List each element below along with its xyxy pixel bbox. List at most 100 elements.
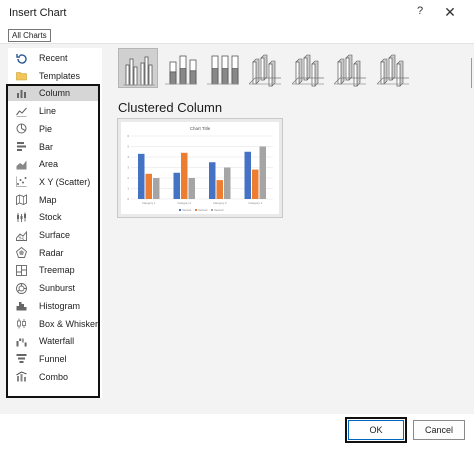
sidebar-item-label: Stock bbox=[39, 212, 62, 223]
sidebar-item-bar[interactable]: Bar bbox=[8, 139, 100, 155]
sidebar-item-label: X Y (Scatter) bbox=[39, 176, 91, 187]
stock-chart-icon bbox=[16, 212, 27, 223]
cancel-button[interactable]: Cancel bbox=[413, 420, 465, 440]
100-stacked-column-icon[interactable] bbox=[203, 48, 243, 88]
sidebar-item-box-whisker[interactable]: Box & Whisker bbox=[8, 316, 100, 332]
sidebar-item-waterfall[interactable]: Waterfall bbox=[8, 333, 100, 349]
preview-bar bbox=[188, 178, 195, 199]
title-bar bbox=[0, 0, 474, 28]
sidebar-item-label: Pie bbox=[39, 123, 53, 134]
preview-bar bbox=[138, 153, 145, 199]
sidebar-item-label: Area bbox=[39, 159, 59, 170]
sidebar-item-templates[interactable]: Templates bbox=[8, 68, 100, 84]
sidebar-item-funnel[interactable]: Funnel bbox=[8, 351, 100, 367]
sidebar-item-x-y-scatter[interactable]: X Y (Scatter) bbox=[8, 174, 100, 190]
preview-bar bbox=[153, 178, 160, 199]
sidebar-item-radar[interactable]: Radar bbox=[8, 245, 100, 261]
dialog-title: Insert Chart bbox=[9, 7, 67, 19]
3d-column-icon[interactable] bbox=[373, 48, 413, 88]
funnel-chart-icon bbox=[16, 353, 27, 364]
preview-x-tick: Category 3 bbox=[213, 201, 227, 205]
sunburst-chart-icon bbox=[16, 282, 27, 294]
preview-bar bbox=[216, 180, 223, 199]
sidebar-item-label: Funnel bbox=[39, 353, 67, 364]
stacked-column-icon[interactable] bbox=[161, 48, 201, 88]
line-chart-icon bbox=[16, 106, 27, 117]
sidebar-item-column[interactable]: Column bbox=[8, 85, 100, 102]
sidebar-item-label: Combo bbox=[39, 371, 69, 382]
sidebar-item-label: Column bbox=[39, 88, 71, 99]
preview-chart: Chart Title 0 1 2 3 4 5 6 Category 1 Category 2 Ca… bbox=[127, 126, 273, 212]
sidebar-item-combo[interactable]: Combo bbox=[8, 369, 100, 385]
preview-bar bbox=[224, 167, 231, 199]
box-whisker-chart-icon bbox=[16, 318, 27, 329]
sidebar-item-sunburst[interactable]: Sunburst bbox=[8, 280, 100, 296]
waterfall-chart-icon bbox=[16, 336, 27, 347]
sidebar-item-label: Radar bbox=[39, 247, 64, 258]
preview-x-tick: Category 4 bbox=[248, 201, 262, 205]
treemap-chart-icon bbox=[16, 264, 27, 276]
sidebar-item-label: Waterfall bbox=[39, 336, 75, 347]
sidebar-item-recent[interactable]: Recent bbox=[8, 50, 100, 66]
sidebar-item-area[interactable]: Area bbox=[8, 156, 100, 172]
3d-clustered-column-icon[interactable] bbox=[245, 48, 285, 88]
scroll-right-icon[interactable] bbox=[465, 58, 473, 88]
combo-chart-icon bbox=[16, 371, 27, 382]
preview-legend-swatch bbox=[179, 209, 181, 211]
sidebar-item-label: Surface bbox=[39, 230, 71, 240]
sidebar-item-map[interactable]: Map bbox=[8, 192, 100, 208]
preview-chart-title: Chart Title bbox=[190, 126, 211, 131]
scatter-chart-icon bbox=[16, 176, 27, 188]
histogram-chart-icon bbox=[16, 300, 27, 311]
preview-x-tick: Category 2 bbox=[177, 201, 191, 205]
sidebar-item-histogram[interactable]: Histogram bbox=[8, 298, 100, 314]
folder-icon bbox=[16, 70, 27, 81]
preview-bar bbox=[145, 173, 152, 199]
3d-100-stacked-column-icon[interactable] bbox=[330, 48, 370, 88]
preview-x-tick: Category 1 bbox=[142, 201, 156, 205]
preview-y-tick: 6 bbox=[127, 134, 129, 138]
help-button[interactable]: ? bbox=[413, 5, 427, 21]
sidebar-item-treemap[interactable]: Treemap bbox=[8, 262, 100, 278]
preview-y-tick: 4 bbox=[127, 155, 129, 159]
radar-chart-icon bbox=[15, 247, 28, 259]
bar-chart-icon bbox=[16, 141, 27, 152]
chart-preview-canvas: Chart Title 0 1 2 3 4 5 6 Category 1 Category 2 Ca… bbox=[121, 122, 279, 214]
subtype-title: Clustered Column bbox=[118, 100, 223, 115]
sidebar-item-label: Line bbox=[39, 106, 57, 117]
sidebar-item-pie[interactable]: Pie bbox=[8, 121, 100, 137]
preview-legend-swatch bbox=[195, 209, 197, 211]
sidebar-item-surface[interactable]: Surface bbox=[8, 227, 100, 243]
sidebar-item-label: Box & Whisker bbox=[39, 318, 99, 329]
clustered-column-icon[interactable] bbox=[118, 48, 158, 88]
pie-chart-icon bbox=[16, 123, 27, 134]
preview-legend-label: Series1 bbox=[182, 208, 192, 212]
recent-icon bbox=[16, 53, 27, 64]
surface-chart-icon bbox=[16, 230, 27, 241]
preview-legend-label: Series3 bbox=[214, 208, 224, 212]
close-button[interactable]: ✕ bbox=[442, 4, 458, 20]
preview-legend-swatch bbox=[211, 209, 213, 211]
preview-y-tick: 5 bbox=[127, 145, 129, 149]
ok-button[interactable]: OK bbox=[348, 420, 404, 440]
preview-bar bbox=[259, 146, 266, 199]
preview-bar bbox=[252, 169, 259, 199]
preview-y-tick: 1 bbox=[127, 187, 129, 191]
preview-legend-label: Series2 bbox=[198, 208, 208, 212]
tab-all-charts[interactable]: All Charts bbox=[8, 29, 51, 42]
preview-y-tick: 2 bbox=[127, 176, 129, 180]
3d-stacked-column-icon[interactable] bbox=[288, 48, 328, 88]
map-chart-icon bbox=[16, 194, 27, 206]
sidebar-item-label: Recent bbox=[39, 53, 68, 63]
sidebar-item-label: Treemap bbox=[39, 265, 75, 276]
preview-bar bbox=[181, 152, 188, 199]
preview-bar bbox=[209, 162, 216, 199]
sidebar-item-label: Bar bbox=[39, 141, 54, 152]
sidebar-item-label: Map bbox=[39, 194, 57, 205]
preview-y-tick: 3 bbox=[127, 166, 129, 170]
column-chart-icon bbox=[16, 88, 27, 99]
preview-bar bbox=[173, 172, 180, 199]
preview-bar bbox=[244, 151, 251, 199]
sidebar-item-stock[interactable]: Stock bbox=[8, 209, 100, 225]
sidebar-item-line[interactable]: Line bbox=[8, 103, 100, 119]
